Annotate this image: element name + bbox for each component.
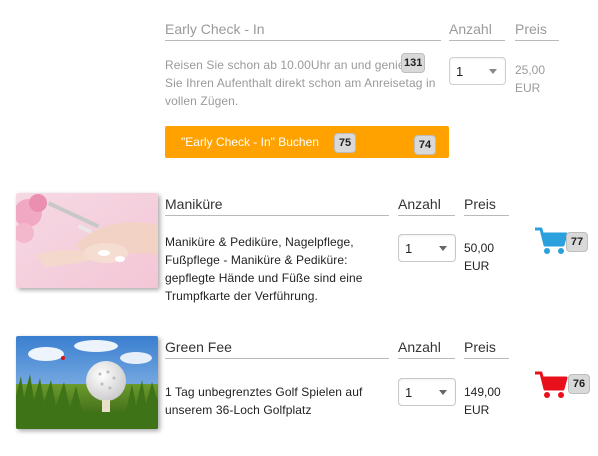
qty-header: Anzahl	[398, 338, 455, 359]
book-button-label: "Early Check - In" Buchen	[181, 135, 319, 149]
cart-icon[interactable]	[533, 226, 569, 256]
price-currency: EUR	[515, 81, 541, 95]
price-header: Preis	[515, 20, 559, 41]
chevron-down-icon	[439, 246, 447, 251]
quantity-select[interactable]: 1	[398, 234, 456, 262]
price-amount: 149,00	[464, 385, 501, 399]
cart-badge: 77	[566, 232, 588, 252]
manicure-photo	[16, 193, 158, 288]
early-checkin-description: Reisen Sie schon ab 10.00Uhr an und geni…	[165, 58, 436, 108]
early-checkin-title: Early Check - In	[165, 20, 441, 41]
price-currency: EUR	[464, 403, 490, 417]
count-badge: 131	[401, 53, 426, 73]
golf-image	[16, 336, 158, 429]
quantity-select[interactable]: 1	[398, 378, 456, 406]
price-header: Preis	[464, 195, 509, 216]
manicure-image	[16, 193, 158, 288]
price-value: 149,00 EUR	[464, 383, 514, 419]
early-checkin-book-button[interactable]: "Early Check - In" Buchen	[165, 126, 449, 158]
price-value: 25,00 EUR	[515, 61, 565, 97]
chevron-down-icon	[489, 69, 497, 74]
button-badge: 75	[334, 133, 356, 153]
item-description: Maniküre & Pediküre, Nagelpflege, Fußpfl…	[165, 235, 363, 303]
cart-icon[interactable]	[533, 370, 569, 400]
price-value: 50,00 EUR	[464, 239, 514, 275]
qty-header: Anzahl	[449, 20, 505, 41]
item-title: Green Fee	[165, 338, 389, 359]
qty-header: Anzahl	[398, 195, 455, 216]
chevron-down-icon	[439, 390, 447, 395]
item-title: Maniküre	[165, 195, 389, 216]
quantity-select[interactable]: 1	[449, 57, 506, 85]
cart-badge: 76	[568, 374, 590, 394]
add-to-cart-button[interactable]	[533, 226, 569, 256]
price-currency: EUR	[464, 259, 490, 273]
price-amount: 50,00	[464, 241, 495, 255]
quantity-value: 1	[405, 241, 413, 256]
button-badge: 74	[414, 135, 436, 155]
golf-photo	[16, 336, 158, 429]
price-header: Preis	[464, 338, 509, 359]
quantity-value: 1	[456, 64, 464, 79]
add-to-cart-button[interactable]	[533, 370, 569, 400]
quantity-value: 1	[405, 385, 413, 400]
item-description: 1 Tag unbegrenztes Golf Spielen auf unse…	[165, 385, 363, 417]
price-amount: 25,00	[515, 63, 546, 77]
